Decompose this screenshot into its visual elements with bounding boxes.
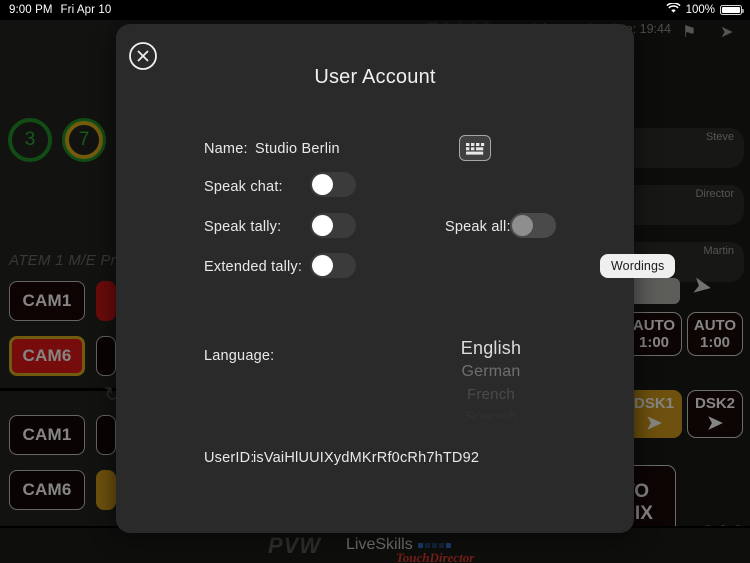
speak-tally-toggle[interactable] <box>310 213 356 238</box>
keyboard-icon[interactable] <box>459 135 491 161</box>
language-option-selected[interactable]: English <box>416 339 566 357</box>
userid-value: isVaiHlUUIXydMKrRf0cRh7hTD92 <box>253 450 480 466</box>
status-date: Fri Apr 10 <box>60 4 112 16</box>
speak-all-label: Speak all: <box>445 219 511 235</box>
name-label: Name: <box>204 141 248 157</box>
battery-percent: 100% <box>685 4 715 16</box>
extended-tally-toggle[interactable] <box>310 253 356 278</box>
speak-chat-label: Speak chat: <box>204 179 283 195</box>
user-account-dialog: User Account Name: Studio Berlin Speak c… <box>116 24 676 533</box>
status-right-group: 100% <box>665 2 744 17</box>
wordings-button[interactable]: Wordings <box>600 254 676 278</box>
name-value: Studio Berlin <box>255 141 340 157</box>
battery-full-icon <box>720 5 744 15</box>
language-label: Language: <box>204 348 275 364</box>
status-time: 9:00 PM <box>9 4 53 16</box>
speak-tally-label: Speak tally: <box>204 219 282 235</box>
ipad-screen: TALLY 3 7 ATEM 1 M/E Pro CAM1 CAM6 CAM1 … <box>0 0 750 563</box>
speak-all-toggle[interactable] <box>510 213 556 238</box>
language-option[interactable]: German <box>416 364 566 380</box>
wifi-icon <box>665 2 681 17</box>
status-bar: 9:00 PM Fri Apr 10 100% <box>0 0 750 20</box>
userid-label: UserID: <box>204 450 255 466</box>
language-option[interactable]: French <box>416 387 566 402</box>
speak-chat-toggle[interactable] <box>310 172 356 197</box>
language-option[interactable]: Spanish <box>416 409 566 419</box>
extended-tally-label: Extended tally: <box>204 259 303 275</box>
dialog-title: User Account <box>314 66 436 88</box>
language-picker[interactable]: English German French Spanish <box>416 339 566 419</box>
